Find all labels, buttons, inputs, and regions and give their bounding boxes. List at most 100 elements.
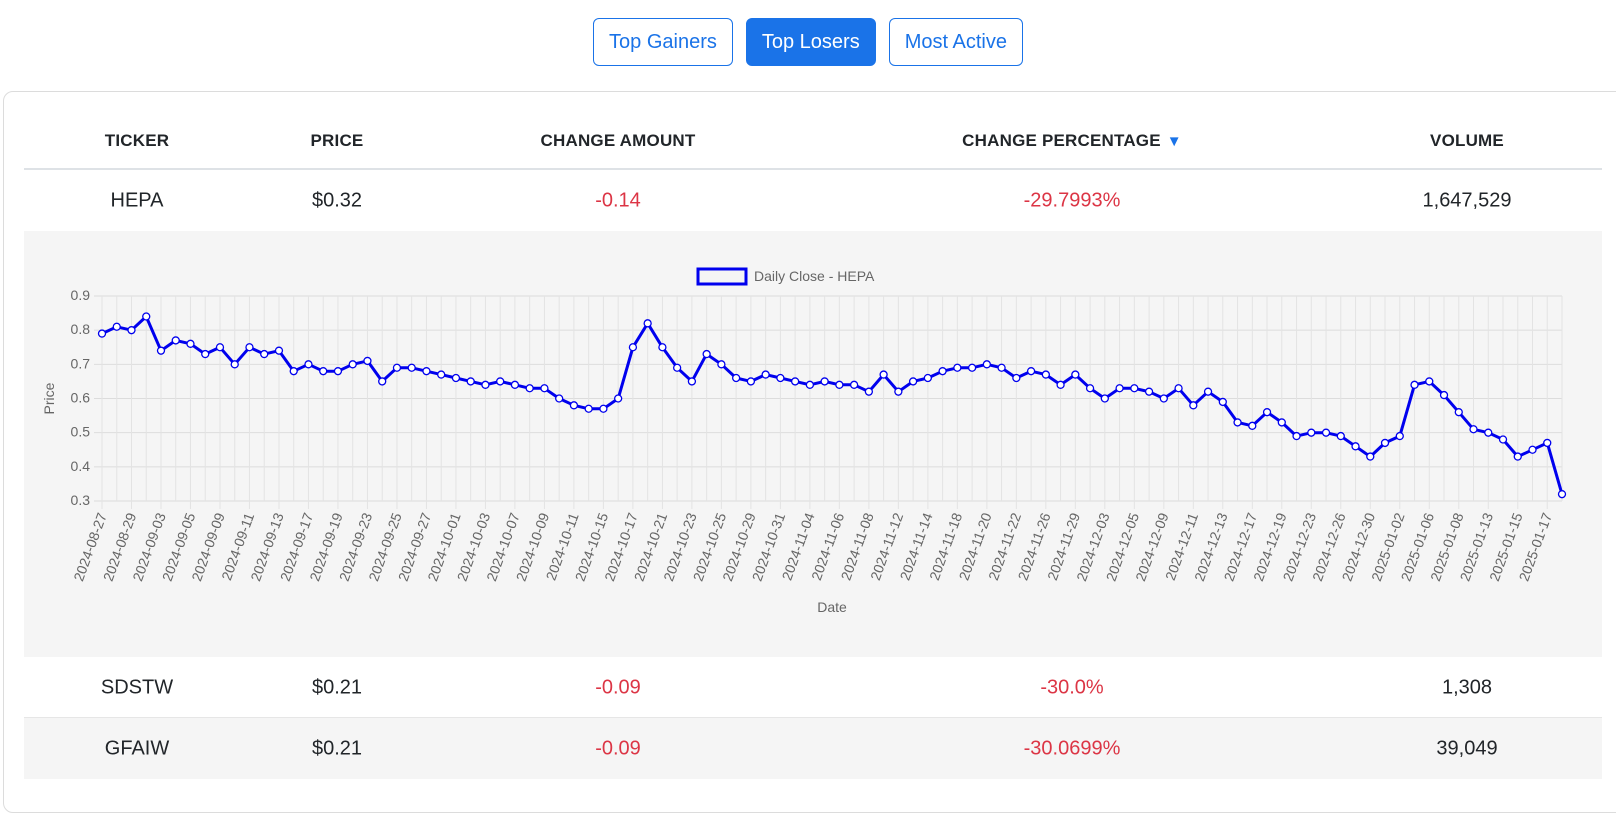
data-point xyxy=(1513,452,1522,461)
table-row[interactable]: HEPA $0.32 -0.14 -29.7993% 1,647,529 xyxy=(24,170,1602,231)
data-point xyxy=(1543,438,1552,448)
data-point xyxy=(1056,380,1065,389)
data-point xyxy=(510,380,520,389)
data-point xyxy=(230,360,239,369)
data-point xyxy=(1484,428,1493,437)
data-point xyxy=(1130,384,1139,393)
data-point xyxy=(967,363,977,372)
data-point xyxy=(1159,394,1168,403)
change-amount-cell: -0.14 xyxy=(595,189,641,211)
data-point xyxy=(525,384,534,393)
data-point xyxy=(289,367,298,376)
data-point xyxy=(378,377,387,386)
data-point xyxy=(407,363,416,372)
volume-cell: 1,308 xyxy=(1441,676,1493,698)
data-point xyxy=(1144,387,1154,396)
price-cell: $0.21 xyxy=(311,737,363,759)
data-point xyxy=(938,367,947,376)
y-tick-label: 0.9 xyxy=(71,287,91,303)
data-point xyxy=(1307,428,1316,437)
data-point xyxy=(1366,452,1375,461)
data-point xyxy=(1262,408,1272,417)
x-axis-title: Date xyxy=(817,599,847,615)
data-point xyxy=(1454,408,1463,417)
data-point xyxy=(658,343,667,352)
tab-most-active[interactable]: Most Active xyxy=(888,18,1023,66)
data-point xyxy=(820,377,829,386)
data-point xyxy=(1085,384,1095,393)
data-point xyxy=(466,377,475,386)
data-point xyxy=(1557,490,1567,499)
data-point xyxy=(156,346,166,355)
data-point xyxy=(628,343,638,352)
data-point xyxy=(717,360,726,369)
data-point xyxy=(1410,380,1419,389)
data-point xyxy=(186,339,195,348)
price-line-chart: 0.30.40.50.60.70.80.92024-08-272024-08-2… xyxy=(41,267,1567,615)
change-amount-cell: -0.09 xyxy=(595,676,641,698)
data-point xyxy=(731,373,741,383)
y-tick-label: 0.3 xyxy=(71,492,91,508)
sort-desc-icon: ▼ xyxy=(1166,133,1182,150)
table-row[interactable]: SDSTW $0.21 -0.09 -30.0% 1,308 xyxy=(24,657,1602,718)
data-point xyxy=(97,329,107,338)
data-point xyxy=(304,360,313,369)
legend-label: Daily Close - HEPA xyxy=(754,268,875,284)
data-point xyxy=(215,343,225,352)
data-point xyxy=(643,319,652,328)
ticker-cell: GFAIW xyxy=(104,737,170,759)
change-amount-cell: -0.09 xyxy=(595,737,641,759)
data-point xyxy=(776,373,785,383)
data-point xyxy=(437,370,446,379)
data-point xyxy=(1336,431,1345,441)
data-point xyxy=(1469,425,1478,434)
change-percentage-cell: -30.0% xyxy=(1040,676,1104,698)
header-ticker[interactable]: TICKER xyxy=(105,131,169,151)
data-point xyxy=(1026,367,1036,376)
data-point xyxy=(112,322,121,331)
data-point xyxy=(1233,418,1242,427)
y-tick-label: 0.8 xyxy=(71,321,91,337)
tab-top-losers[interactable]: Top Losers xyxy=(745,18,876,66)
change-percentage-cell: -29.7993% xyxy=(1023,189,1121,211)
price-cell: $0.21 xyxy=(311,676,363,698)
data-point xyxy=(599,404,608,413)
header-volume[interactable]: VOLUME xyxy=(1430,131,1504,151)
header-price[interactable]: PRICE xyxy=(311,131,364,151)
volume-cell: 39,049 xyxy=(1436,737,1498,759)
data-point xyxy=(569,401,579,410)
header-change-percentage[interactable]: CHANGE PERCENTAGE ▼ xyxy=(962,131,1182,151)
header-change-amount[interactable]: CHANGE AMOUNT xyxy=(541,131,696,151)
data-point xyxy=(171,336,180,345)
data-point xyxy=(835,380,844,389)
data-point xyxy=(142,312,151,321)
data-point xyxy=(1218,397,1227,407)
data-point xyxy=(319,367,328,376)
data-point xyxy=(702,349,711,359)
data-point xyxy=(1292,431,1301,441)
data-point xyxy=(496,377,505,386)
volume-cell: 1,647,529 xyxy=(1422,189,1512,211)
data-point xyxy=(481,380,490,389)
data-point xyxy=(953,363,962,372)
change-percentage-cell: -30.0699% xyxy=(1023,737,1121,759)
price-chart-panel: 0.3 0.4 0.5 0.6 0.7 0.8 0.9 2024-08-27 2024-08-2… xyxy=(24,231,1602,657)
data-point xyxy=(555,394,564,403)
table-row[interactable]: GFAIW $0.21 -0.09 -30.0699% 39,049 xyxy=(24,718,1602,779)
data-point xyxy=(923,373,933,383)
data-point xyxy=(982,360,991,369)
data-point xyxy=(894,387,903,396)
data-point xyxy=(584,404,593,413)
data-point xyxy=(1189,401,1198,410)
data-point xyxy=(1277,418,1286,427)
data-point xyxy=(997,363,1006,372)
data-point xyxy=(1041,370,1050,379)
data-point xyxy=(790,377,800,386)
y-tick-label: 0.5 xyxy=(71,424,91,440)
data-point xyxy=(127,326,136,335)
tab-top-gainers[interactable]: Top Gainers xyxy=(593,18,733,66)
data-point xyxy=(451,373,461,383)
y-axis-title: Price xyxy=(41,382,57,414)
ticker-cell: HEPA xyxy=(110,189,164,211)
ticker-cell: SDSTW xyxy=(100,676,174,698)
